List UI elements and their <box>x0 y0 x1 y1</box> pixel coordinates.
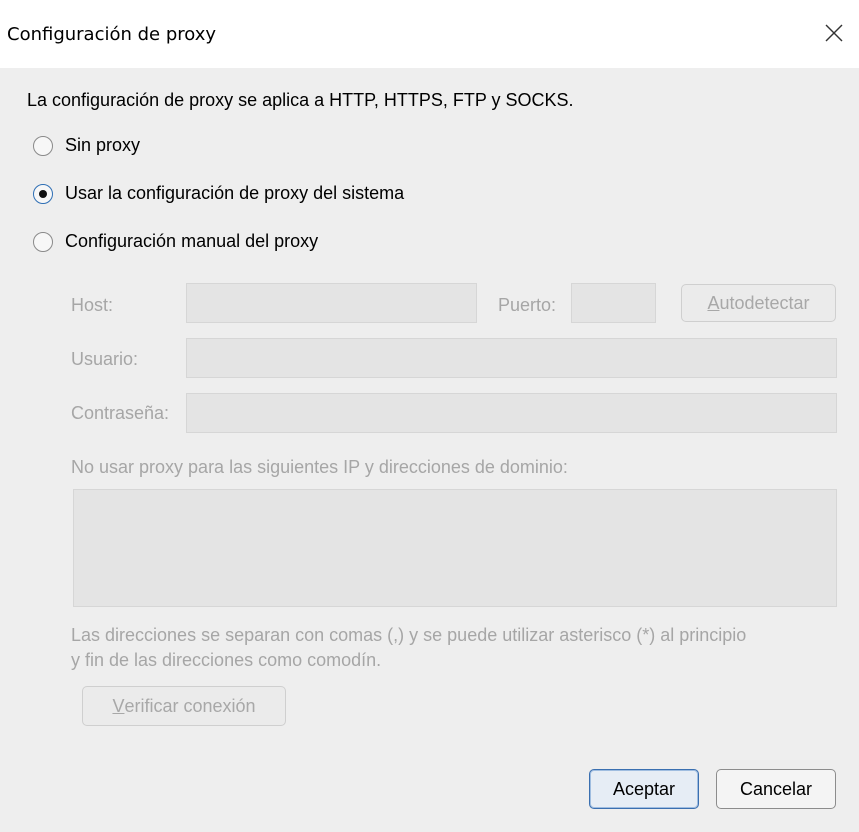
radio-manual-proxy[interactable]: Configuración manual del proxy <box>33 231 318 252</box>
radio-label: Configuración manual del proxy <box>65 231 319 251</box>
autodetect-label: utodetectar <box>719 292 810 313</box>
password-input[interactable] <box>186 393 837 433</box>
autodetect-mnemonic: A <box>707 292 720 313</box>
window-title: Configuración de proxy <box>7 24 217 45</box>
radio-label: Usar la configuración de proxy del siste… <box>65 183 405 203</box>
verify-mnemonic: V <box>112 695 125 716</box>
host-input[interactable] <box>186 283 477 323</box>
dialog-content: La configuración de proxy se aplica a HT… <box>0 68 859 832</box>
radio-button[interactable] <box>33 231 53 252</box>
radio-no-proxy[interactable]: Sin proxy <box>33 135 140 156</box>
autodetect-button[interactable]: Autodetectar <box>681 284 836 322</box>
host-label: Host: <box>71 295 114 315</box>
radio-button-checked[interactable] <box>33 183 53 204</box>
bypass-label: No usar proxy para las siguientes IP y d… <box>71 457 568 477</box>
verify-connection-button[interactable]: Verificar conexión <box>82 686 286 726</box>
cancel-label: Cancelar <box>739 778 813 799</box>
title-bar: Configuración de proxy <box>0 0 859 68</box>
note-line-1: Las direcciones se separan con comas (,)… <box>71 625 747 645</box>
port-input[interactable] <box>571 283 656 323</box>
accept-label: Aceptar <box>612 778 676 799</box>
port-label: Puerto: <box>498 295 557 315</box>
accept-button[interactable]: Aceptar <box>589 769 699 809</box>
radio-label: Sin proxy <box>65 135 141 155</box>
close-icon[interactable] <box>821 20 847 46</box>
verify-label: erificar conexión <box>124 695 256 716</box>
info-text: La configuración de proxy se aplica a HT… <box>27 90 574 110</box>
note-line-2: y fin de las direcciones como comodín. <box>71 650 382 670</box>
radio-system-proxy[interactable]: Usar la configuración de proxy del siste… <box>33 183 404 204</box>
cancel-button[interactable]: Cancelar <box>716 769 836 809</box>
user-input[interactable] <box>186 338 837 378</box>
user-label: Usuario: <box>71 349 139 369</box>
radio-button[interactable] <box>33 135 53 156</box>
password-label: Contraseña: <box>71 403 170 423</box>
bypass-textarea[interactable] <box>73 489 837 607</box>
